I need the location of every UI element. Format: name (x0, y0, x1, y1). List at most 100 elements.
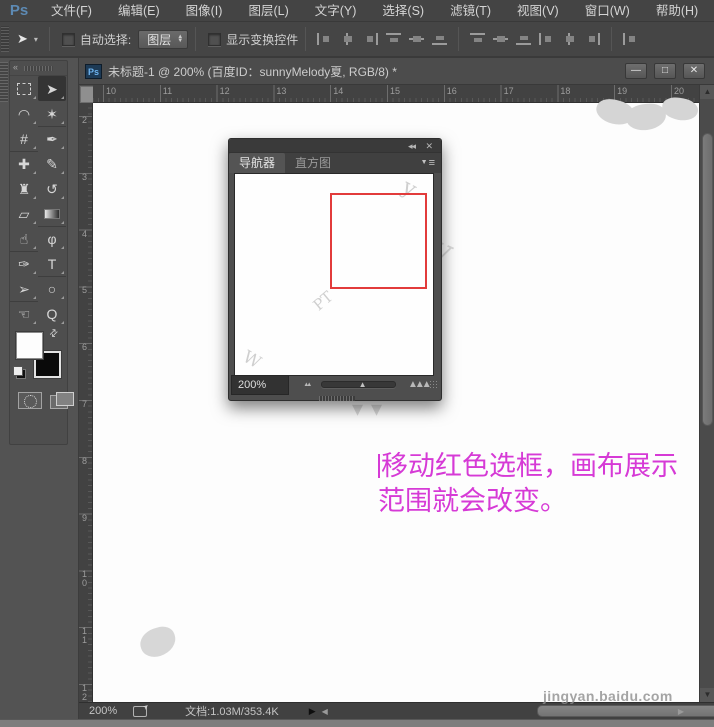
tool-preset-caret-icon[interactable]: ▾ (34, 35, 38, 44)
horizontal-scroll-thumb[interactable] (537, 705, 714, 717)
zoom-level-field[interactable]: 200% (89, 705, 117, 717)
navigator-view-box[interactable] (330, 193, 427, 289)
align-top-edges-icon[interactable] (386, 33, 401, 45)
gradient-tool[interactable] (38, 201, 66, 226)
ruler-mark: 12 (217, 85, 274, 102)
distribute-top-edges-icon[interactable] (470, 33, 485, 45)
separator (195, 27, 196, 51)
panel-collapse-icon[interactable]: ◂◂ (408, 140, 415, 152)
menu-item[interactable]: 图层(L) (235, 0, 301, 22)
pen-tool-icon: ✑ (18, 257, 30, 271)
tab-histogram[interactable]: 直方图 (285, 153, 341, 173)
ellipse-tool[interactable]: ○ (38, 276, 66, 301)
text-cursor (378, 454, 380, 478)
swap-colors-icon[interactable]: ⇄ (47, 327, 61, 341)
path-selection-tool[interactable]: ➢ (10, 276, 38, 301)
lasso-tool[interactable]: ◠ (10, 101, 38, 126)
tab-navigator[interactable]: 导航器 (229, 153, 285, 173)
document-title[interactable]: 未标题-1 @ 200% (百度ID：sunnyMelody夏, RGB/8) … (108, 63, 397, 80)
navigator-zoom-slider[interactable]: ▲ (321, 381, 396, 388)
rectangular-marquee-tool-icon (17, 83, 31, 95)
eraser-tool[interactable]: ▱ (10, 201, 38, 226)
move-tool[interactable]: ➤ (38, 76, 66, 101)
pen-tool[interactable]: ✑ (10, 251, 38, 276)
crop-tool[interactable]: # (10, 126, 38, 151)
brush-tool[interactable]: ✎ (38, 151, 66, 176)
quick-mask-button[interactable] (18, 392, 42, 409)
default-colors-icon[interactable] (13, 366, 26, 379)
ruler-mark: 9 (79, 514, 89, 571)
vertical-scroll-thumb[interactable] (702, 133, 713, 426)
menu-item[interactable]: 视图(V) (504, 0, 572, 22)
distribute-bottom-edges-icon[interactable] (516, 33, 531, 45)
zoom-out-icon[interactable]: ▲▲ (303, 382, 309, 388)
horizontal-ruler[interactable]: 1011121314151617181920 (93, 85, 700, 103)
eyedropper-tool[interactable]: ✒ (38, 126, 66, 151)
tools-panel-grip[interactable] (24, 66, 53, 71)
screen-mode-button[interactable] (50, 392, 74, 409)
move-tool-icon: ➤ (17, 31, 28, 47)
show-transform-checkbox[interactable] (208, 33, 221, 46)
distribute-vertical-centers-icon[interactable] (493, 33, 508, 45)
zoom-in-icon[interactable]: ▲▲▲ (408, 379, 429, 390)
auto-align-layers-icon[interactable] (623, 33, 638, 45)
align-bottom-edges-icon[interactable] (432, 33, 447, 45)
hand-tool[interactable]: ☜ (10, 301, 38, 326)
distribute-left-edges-icon[interactable] (539, 33, 554, 45)
auto-select-checkbox[interactable] (62, 33, 75, 46)
menu-item[interactable]: 选择(S) (369, 0, 437, 22)
scroll-down-icon[interactable]: ▼ (700, 688, 714, 702)
close-button[interactable]: ✕ (683, 63, 705, 79)
minimize-button[interactable]: — (625, 63, 647, 79)
foreground-color-swatch[interactable] (16, 332, 43, 359)
zoom-tool[interactable]: Q (38, 301, 66, 326)
distribute-horizontal-centers-icon[interactable] (562, 33, 577, 45)
rectangular-marquee-tool[interactable] (10, 76, 38, 101)
panel-menu-icon[interactable]: ▼≡ (421, 157, 435, 169)
panel-bottom-grip[interactable] (319, 396, 355, 401)
vertical-scrollbar[interactable]: ▲ ▼ (699, 85, 714, 702)
vertical-ruler[interactable]: 23456789101112 (79, 103, 93, 702)
horizontal-scrollbar[interactable]: ◀ ▶ (322, 704, 700, 719)
panel-close-icon[interactable]: ✕ (425, 140, 433, 152)
scroll-up-icon[interactable]: ▲ (700, 85, 714, 99)
navigator-titlebar[interactable]: ◂◂ ✕ (229, 139, 441, 153)
magic-wand-tool[interactable]: ✶ (38, 101, 66, 126)
clone-stamp-tool[interactable]: ♜ (10, 176, 38, 201)
distribute-right-edges-icon[interactable] (585, 33, 600, 45)
history-brush-tool[interactable]: ↺ (38, 176, 66, 201)
scroll-right-icon[interactable]: ▶ (678, 707, 684, 716)
align-vertical-centers-icon[interactable] (409, 33, 424, 45)
status-popup-arrow-icon[interactable]: ▶ (309, 706, 316, 717)
spot-healing-brush-tool[interactable]: ✚ (10, 151, 38, 176)
export-status-icon[interactable] (133, 706, 147, 717)
navigator-zoom-field[interactable]: 200% (231, 375, 289, 395)
auto-select-dropdown[interactable]: 图层 ▲▼ (138, 30, 188, 49)
magic-wand-tool-icon: ✶ (46, 107, 58, 121)
menu-item[interactable]: 帮助(H) (643, 0, 711, 22)
align-horizontal-centers-icon[interactable] (340, 33, 355, 45)
panel-resize-grip-icon[interactable] (429, 380, 438, 390)
type-tool[interactable]: T (38, 251, 66, 276)
annotation-line2: 范围就会改变。 (378, 484, 714, 519)
slider-thumb-icon[interactable]: ▲ (359, 380, 367, 389)
menu-item[interactable]: 文字(Y) (302, 0, 370, 22)
menu-item[interactable]: 编辑(E) (105, 0, 173, 22)
menu-item[interactable]: 窗口(W) (572, 0, 643, 22)
options-bar-grip[interactable] (1, 26, 9, 52)
menu-item[interactable]: 图像(I) (173, 0, 236, 22)
menu-item[interactable]: 文件(F) (38, 0, 105, 22)
menu-item[interactable]: 滤镜(T) (437, 0, 504, 22)
auto-select-value: 图层 (147, 31, 171, 48)
panel-edge-grip[interactable] (0, 62, 8, 102)
align-right-edges-icon[interactable] (363, 33, 378, 45)
dodge-tool[interactable]: φ (38, 226, 66, 251)
ruler-mark: 16 (444, 85, 501, 102)
collapse-panel-icon[interactable]: « (13, 62, 18, 72)
scroll-left-icon[interactable]: ◀ (322, 707, 328, 716)
navigator-thumbnail[interactable]: y PT W (234, 173, 434, 376)
smudge-tool[interactable]: ☝ (10, 226, 38, 251)
maximize-button[interactable]: □ (654, 63, 676, 79)
align-left-edges-icon[interactable] (317, 33, 332, 45)
annotation-text: 移动红色选框，画布展示 范围就会改变。 (378, 449, 714, 519)
